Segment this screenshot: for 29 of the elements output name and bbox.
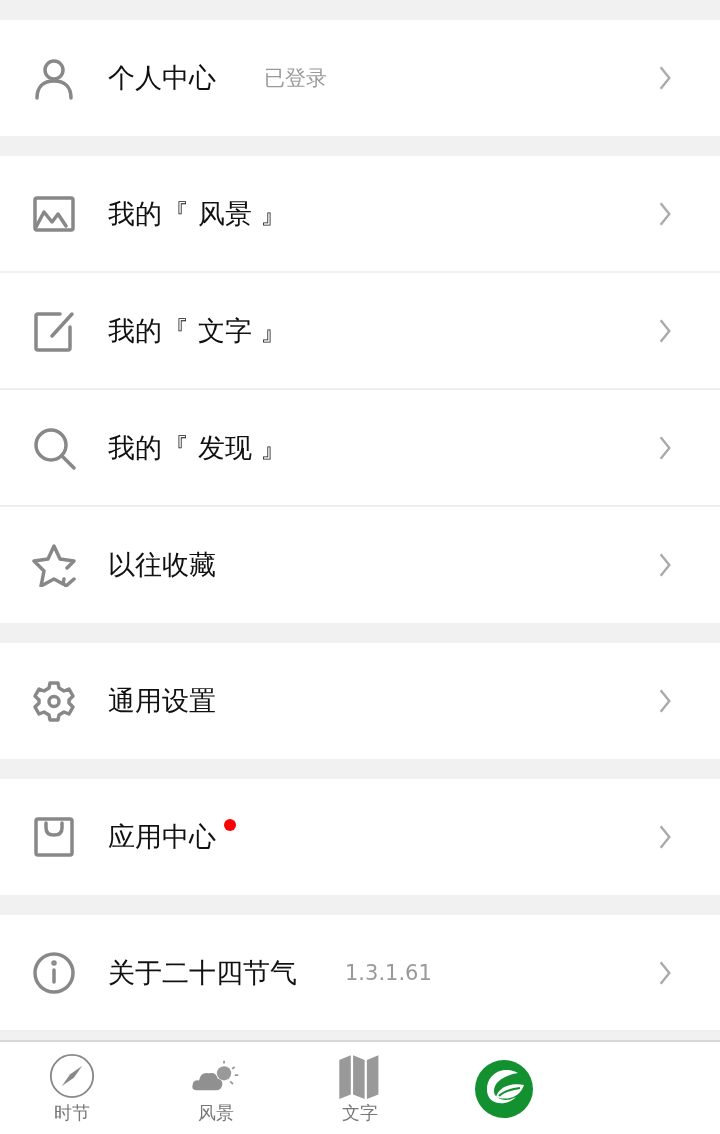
menu-item-label[interactable]: 我的『 风景 』 [108,195,288,232]
leaf-logo-icon[interactable] [474,1059,534,1119]
tab[interactable]: 时节 [0,1042,144,1134]
chevron-icon [658,200,672,227]
menu-item-label[interactable]: 我的『 发现 』 [108,429,288,466]
chevron-icon [658,317,672,344]
tab[interactable]: 风景 [144,1042,288,1134]
chevron-icon [658,434,672,461]
chevron-icon [658,552,672,578]
info-icon [32,950,76,995]
menu-item-label[interactable]: 通用设置 [108,683,216,719]
chevron-icon [658,65,672,91]
menu-item-label[interactable]: 关于二十四节气 [108,954,297,991]
menu-item-label[interactable]: 我的『 文字 』 [108,312,288,349]
star-icon [32,543,76,587]
person-icon [32,56,76,100]
item-note: 已登录 [264,65,327,92]
chevron-icon [658,824,672,850]
item-note: 1.3.1.61 [345,960,432,985]
chevron-icon [658,959,672,986]
search-icon [32,425,76,470]
menu-item-label[interactable]: 个人中心 [108,60,216,96]
tab[interactable]: 文字 [288,1042,432,1134]
bag-icon [32,815,76,859]
settings-icon [32,679,76,723]
chevron-icon [658,688,672,714]
compass-icon [47,1053,97,1099]
menu-item-label[interactable]: 以往收藏 [108,547,216,583]
menu-item-label[interactable]: 应用中心 [108,819,216,855]
